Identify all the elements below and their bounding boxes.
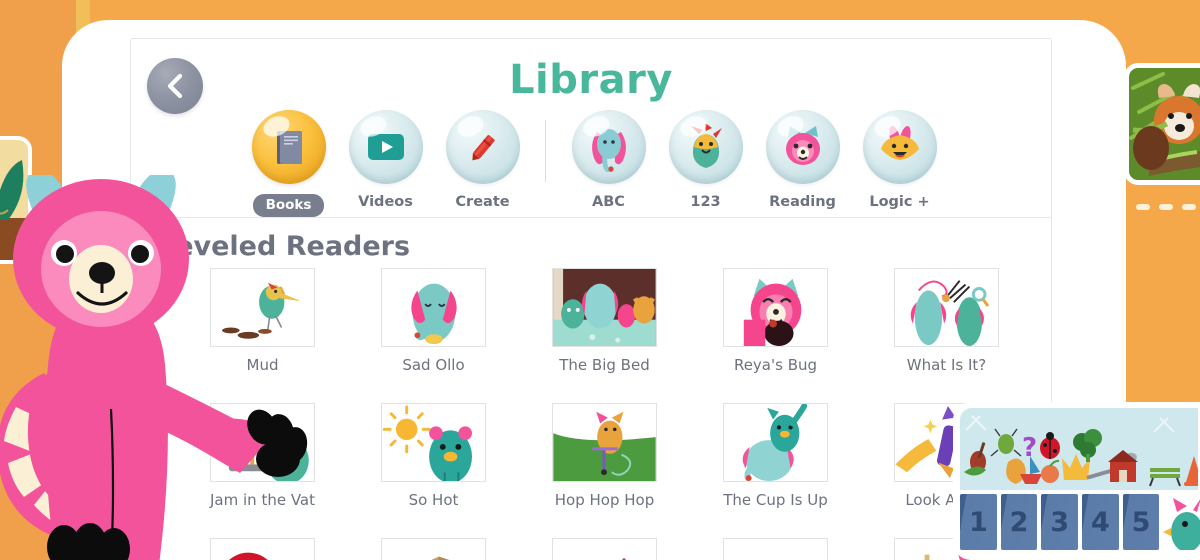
- dash: [1159, 204, 1173, 210]
- nav-bubble: [251, 110, 326, 184]
- nav-bubble: [862, 110, 937, 184]
- book-icon: [276, 131, 302, 164]
- nav-item-reading[interactable]: Reading: [754, 110, 851, 210]
- number-tiles: 1 2 3 4 5: [960, 494, 1200, 550]
- nav-item-abc[interactable]: ABC: [560, 110, 657, 210]
- book-card[interactable]: The Cup Is Up: [690, 403, 861, 509]
- chevron-left-icon: [167, 73, 183, 99]
- nav-label: Videos: [358, 194, 413, 210]
- book-title: What Is It?: [906, 356, 987, 374]
- mascot-pink-red-panda: [0, 175, 346, 560]
- book-card[interactable]: [519, 538, 690, 560]
- number-tile[interactable]: 3: [1041, 494, 1079, 550]
- fox-icon: [880, 126, 919, 160]
- book-thumbnail: [381, 538, 486, 560]
- book-title: So Hot: [408, 491, 459, 509]
- book-thumbnail: [381, 268, 486, 347]
- nav-label: Reading: [769, 194, 836, 210]
- number-tile[interactable]: 1: [960, 494, 997, 550]
- back-button[interactable]: [147, 58, 203, 114]
- book-title: The Big Bed: [559, 356, 650, 374]
- book-thumbnail: [723, 268, 828, 347]
- book-thumbnail: [723, 403, 828, 482]
- number-scene: ?: [960, 408, 1198, 490]
- book-title: Reya's Bug: [733, 356, 818, 374]
- book-thumbnail: [723, 538, 828, 560]
- book-card[interactable]: The Big Bed: [519, 268, 690, 374]
- nav-item-create[interactable]: Create: [434, 110, 531, 217]
- red-panda-icon: [785, 126, 820, 165]
- book-card[interactable]: Sad Ollo: [348, 268, 519, 374]
- book-thumbnail: [552, 268, 657, 347]
- book-card[interactable]: [348, 538, 519, 560]
- edge-card-right[interactable]: [1124, 63, 1200, 185]
- nav-bubble: [765, 110, 840, 184]
- right-dash-row: [1136, 204, 1200, 210]
- nav-item-123[interactable]: 123: [657, 110, 754, 210]
- question-mark: ?: [1022, 433, 1037, 463]
- nav-bubble: [668, 110, 743, 184]
- nav-item-logic[interactable]: Logic +: [851, 110, 948, 210]
- nav-bubble: [348, 110, 423, 184]
- nav-group-secondary: ABC 123 Reading Logic +: [560, 110, 948, 210]
- number-tile[interactable]: 5: [1122, 494, 1160, 550]
- nav-label: ABC: [592, 194, 625, 210]
- elephant-icon: [591, 129, 626, 172]
- nav-item-videos[interactable]: Videos: [337, 110, 434, 217]
- dash: [1136, 204, 1150, 210]
- nav-bubble: [445, 110, 520, 184]
- app-root: Mud Sad Ollo The Big Bed Reya's Bug What…: [0, 0, 1200, 560]
- svg-text:?: ?: [1022, 433, 1037, 463]
- peeking-bird: [1163, 494, 1200, 550]
- nav-label: Create: [455, 194, 510, 210]
- dash: [1182, 204, 1196, 210]
- book-thumbnail: [894, 268, 999, 347]
- nav-bubble: [571, 110, 646, 184]
- book-card[interactable]: Reya's Bug: [690, 268, 861, 374]
- book-title: Hop Hop Hop: [554, 491, 655, 509]
- book-thumbnail: [552, 538, 657, 560]
- book-title: Sad Ollo: [402, 356, 465, 374]
- book-thumbnail: [552, 403, 657, 482]
- book-thumbnail: [381, 403, 486, 482]
- nav-label: Logic +: [869, 194, 930, 210]
- book-card[interactable]: Hop Hop Hop: [519, 403, 690, 509]
- number-tile[interactable]: 4: [1082, 494, 1119, 550]
- nav-separator: [545, 120, 546, 182]
- page-title: Library: [509, 57, 673, 103]
- crayon-icon: [471, 135, 495, 161]
- book-card[interactable]: So Hot: [348, 403, 519, 509]
- book-card[interactable]: [690, 538, 861, 560]
- number-activity-panel: ? 1 2 3 4 5: [953, 402, 1200, 560]
- book-title: The Cup Is Up: [723, 491, 828, 509]
- bird-icon: [690, 124, 722, 168]
- number-tile[interactable]: 2: [1000, 494, 1038, 550]
- red-panda-photo: [1129, 68, 1200, 180]
- book-card[interactable]: What Is It?: [861, 268, 1032, 374]
- nav-label: 123: [690, 194, 721, 210]
- play-icon: [367, 134, 404, 160]
